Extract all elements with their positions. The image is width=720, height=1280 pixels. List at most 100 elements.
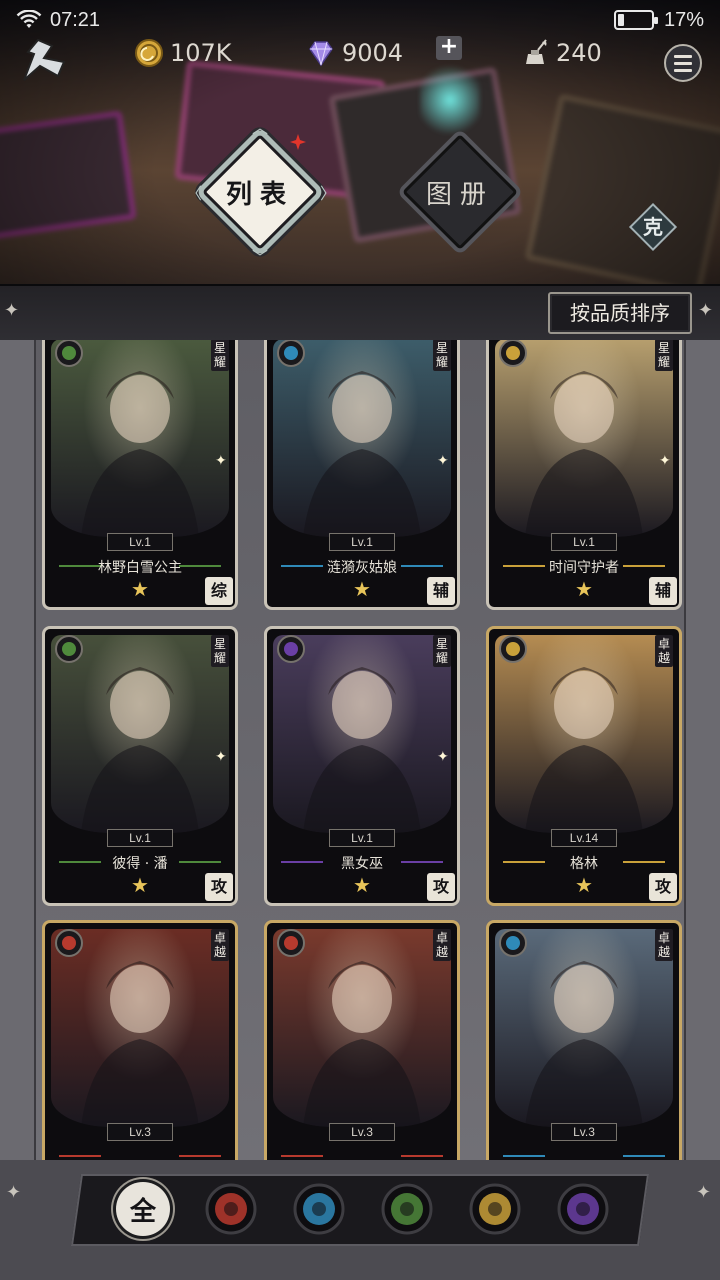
star-icon: ★ — [353, 577, 371, 601]
sparkle-icon: ✦ — [215, 749, 227, 765]
filter-light-button[interactable] — [468, 1182, 522, 1236]
sort-by-quality-button[interactable]: 按品质排序 — [548, 292, 692, 334]
dark-element-icon — [557, 1183, 609, 1235]
role-badge: 综 — [205, 577, 233, 605]
sparkle-icon: ✦ — [437, 453, 449, 469]
hero-card[interactable]: 卓越Lv.3★ — [486, 920, 682, 1160]
hero-name: 格林 — [570, 856, 598, 872]
resource-bar: 107K 9004 240 — [0, 28, 720, 81]
gem-amount: 9004 — [342, 39, 404, 67]
hero-card[interactable]: 星耀 Lv.1 涟漪灰姑娘 ★ 辅 ✦ — [264, 340, 460, 610]
role-badge: 攻 — [427, 873, 455, 901]
role-badge: 攻 — [649, 873, 677, 901]
hero-portrait — [51, 635, 229, 833]
hero-card[interactable]: 星耀 Lv.1 黑女巫 ★ 攻 ✦ — [264, 626, 460, 906]
hero-portrait — [273, 929, 451, 1127]
hero-card[interactable]: 卓越 Lv.14 格林 ★ 攻 — [486, 626, 682, 906]
chevron-up-icon: ︿ — [252, 118, 269, 137]
role-badge: 攻 — [205, 873, 233, 901]
menu-button[interactable] — [664, 44, 702, 82]
rarity-badge: 星耀 — [433, 340, 451, 371]
hero-portrait — [495, 340, 673, 537]
sparkle-icon: ✦ — [437, 749, 449, 765]
light-element-icon — [499, 635, 527, 663]
fire-element-icon — [205, 1183, 257, 1235]
hero-portrait — [495, 929, 673, 1127]
name-divider — [503, 1155, 545, 1157]
fire-element-icon — [55, 929, 83, 957]
gold-amount: 107K — [170, 39, 232, 67]
rarity-badge: 卓越 — [433, 929, 451, 961]
filter-all-label: 全 — [129, 1196, 156, 1227]
gold-coin-icon — [135, 39, 163, 67]
add-gems-button[interactable]: + — [436, 36, 462, 60]
filter-nature-button[interactable] — [380, 1182, 434, 1236]
battery-icon — [613, 10, 658, 30]
hero-level: Lv.3 — [551, 1123, 617, 1141]
tab-list[interactable]: 列表 — [202, 134, 318, 250]
star-icon: ★ — [131, 577, 149, 601]
ink-amount: 240 — [556, 39, 602, 67]
rarity-badge: 星耀 — [211, 635, 229, 667]
hero-name: 林野白雪公主 — [98, 560, 182, 576]
nature-element-icon — [381, 1183, 433, 1235]
hero-card[interactable]: 卓越Lv.3★ — [42, 920, 238, 1160]
rarity-badge: 卓越 — [211, 929, 229, 961]
hero-level: Lv.1 — [329, 829, 395, 847]
hero-level: Lv.1 — [329, 533, 395, 551]
gem-icon — [309, 41, 333, 67]
corner-ornament-icon: ✦ — [6, 1182, 22, 1203]
rarity-badge: 卓越 — [655, 635, 673, 667]
filter-dark-button[interactable] — [556, 1182, 610, 1236]
nature-element-icon — [55, 340, 83, 367]
hero-card[interactable]: 卓越Lv.3★ — [264, 920, 460, 1160]
rarity-badge: 星耀 — [655, 340, 673, 371]
tab-album-label: 图册 — [425, 179, 494, 210]
sparkle-icon: ✦ — [659, 453, 671, 469]
hero-card[interactable]: 星耀 Lv.1 林野白雪公主 ★ 综 ✦ — [42, 340, 238, 610]
hero-name: 涟漪灰姑娘 — [327, 560, 397, 576]
hero-level: Lv.1 — [107, 533, 173, 551]
rarity-badge: 星耀 — [433, 635, 451, 667]
water-element-icon — [277, 340, 305, 367]
hero-name: 彼得 · 潘 — [112, 856, 168, 872]
hero-level: Lv.1 — [107, 829, 173, 847]
hero-level: Lv.3 — [107, 1123, 173, 1141]
hero-level: Lv.1 — [551, 533, 617, 551]
nature-element-icon — [55, 635, 83, 663]
hero-portrait — [495, 635, 673, 833]
hero-portrait — [51, 929, 229, 1127]
fire-element-icon — [277, 929, 305, 957]
element-filter-bar: ✦ ✦ 全 — [0, 1160, 720, 1280]
name-divider — [401, 1155, 443, 1157]
notification-dot-icon — [290, 134, 306, 150]
role-badge: 辅 — [427, 577, 455, 605]
light-element-icon — [499, 340, 527, 367]
hero-name: 时间守护者 — [549, 560, 619, 576]
hero-card[interactable]: 星耀 Lv.1 彼得 · 潘 ★ 攻 ✦ — [42, 626, 238, 906]
sparkle-icon: ✦ — [215, 453, 227, 469]
back-button[interactable] — [18, 36, 70, 86]
ink-counter: 240 — [520, 38, 602, 68]
name-divider — [179, 1155, 221, 1157]
hero-portrait — [273, 340, 451, 537]
filter-fire-button[interactable] — [204, 1182, 258, 1236]
star-icon: ★ — [575, 577, 593, 601]
restrain-chart-label: 克 — [643, 215, 663, 239]
hero-name: 黑女巫 — [341, 856, 383, 872]
gem-counter: 9004 — [306, 38, 403, 68]
restrain-chart-button[interactable]: 克 — [628, 202, 678, 252]
water-element-icon — [293, 1183, 345, 1235]
star-icon: ★ — [575, 873, 593, 897]
tab-album[interactable]: 图册 — [402, 134, 518, 250]
hero-portrait — [51, 340, 229, 537]
hero-card[interactable]: 星耀 Lv.1 时间守护者 ★ 辅 ✦ — [486, 340, 682, 610]
corner-ornament-icon: ✦ — [4, 300, 20, 321]
corner-ornament-icon: ✦ — [696, 1182, 712, 1203]
corner-ornament-icon: ✦ — [698, 300, 714, 321]
rarity-badge: 卓越 — [655, 929, 673, 961]
filter-all-button[interactable]: 全 — [116, 1182, 170, 1236]
name-divider — [623, 1155, 665, 1157]
filter-water-button[interactable] — [292, 1182, 346, 1236]
chevron-down-icon: ﹀ — [252, 248, 269, 267]
